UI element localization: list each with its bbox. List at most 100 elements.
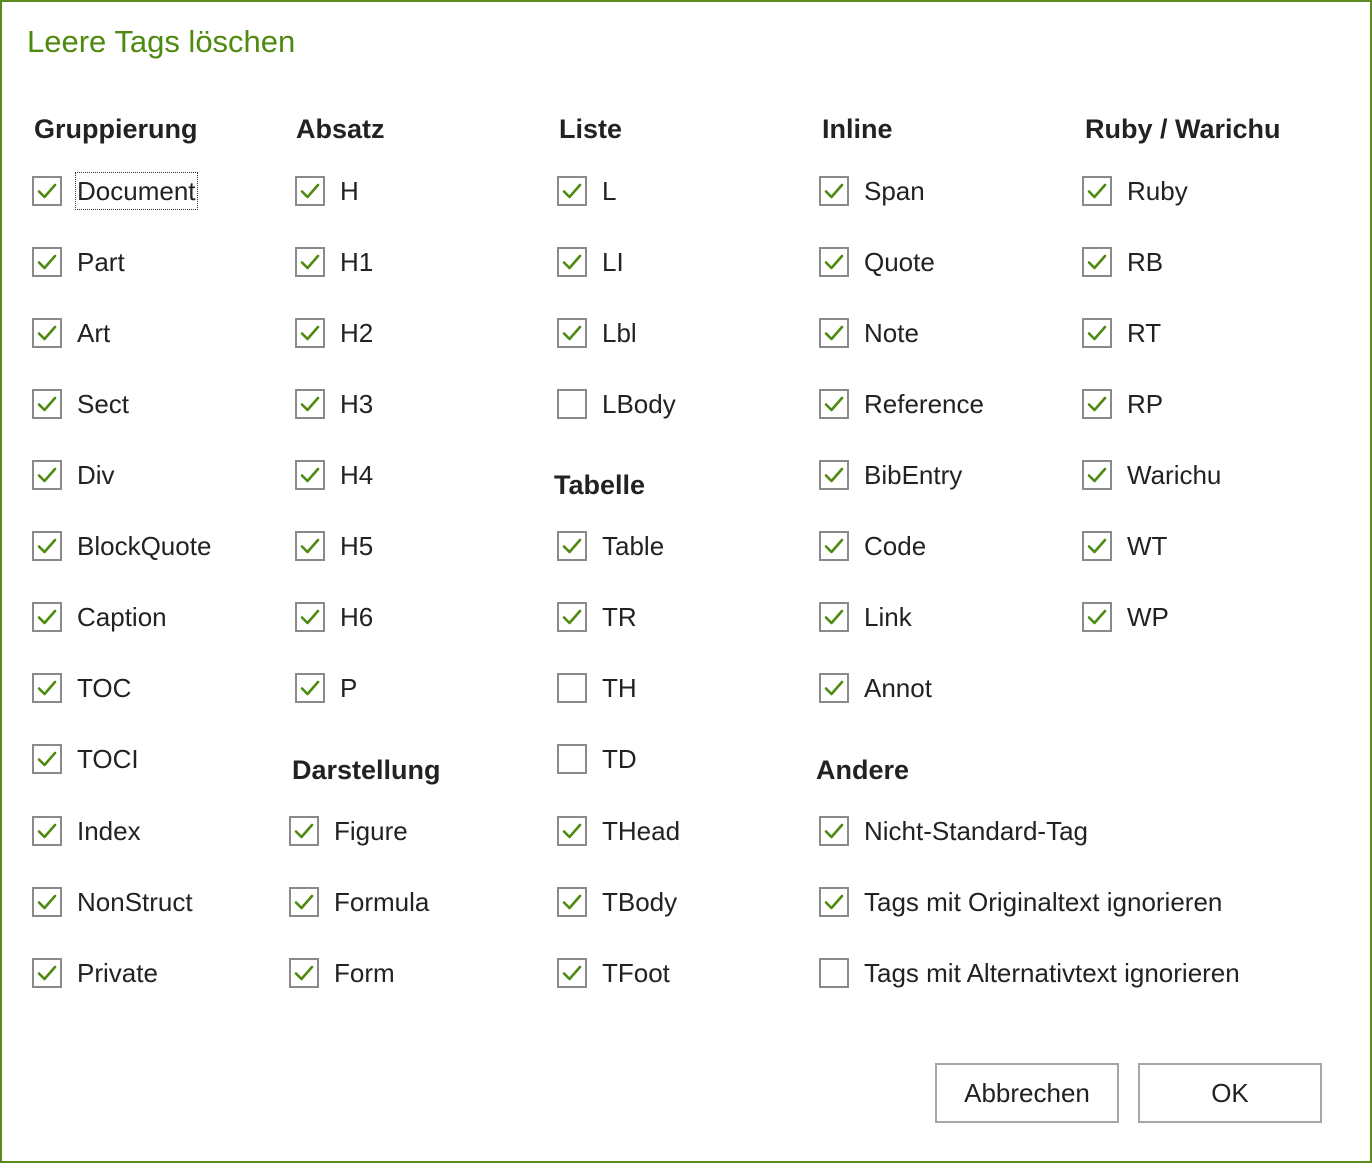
checkbox-h5[interactable]: H5 (295, 526, 374, 566)
checkbox-box[interactable] (1082, 602, 1112, 632)
checkbox-wt[interactable]: WT (1082, 526, 1168, 566)
checkbox-warichu[interactable]: Warichu (1082, 455, 1222, 495)
checkbox-note[interactable]: Note (819, 313, 920, 353)
checkbox-box[interactable] (32, 602, 62, 632)
checkbox-formula[interactable]: Formula (289, 882, 430, 922)
checkbox-div[interactable]: Div (32, 455, 116, 495)
checkbox-box[interactable] (819, 673, 849, 703)
checkbox-rb[interactable]: RB (1082, 242, 1164, 282)
checkbox-box[interactable] (557, 389, 587, 419)
checkbox-box[interactable] (557, 531, 587, 561)
checkbox-private[interactable]: Private (32, 953, 159, 993)
checkbox-box[interactable] (819, 816, 849, 846)
checkbox-rt[interactable]: RT (1082, 313, 1162, 353)
checkbox-td[interactable]: TD (557, 739, 638, 779)
checkbox-form[interactable]: Form (289, 953, 396, 993)
checkbox-box[interactable] (1082, 460, 1112, 490)
checkbox-h[interactable]: H (295, 171, 360, 211)
checkbox-span[interactable]: Span (819, 171, 926, 211)
checkbox-h2[interactable]: H2 (295, 313, 374, 353)
checkbox-nonstruct[interactable]: NonStruct (32, 882, 194, 922)
checkbox-box[interactable] (32, 389, 62, 419)
checkbox-box[interactable] (295, 389, 325, 419)
checkbox-box[interactable] (557, 602, 587, 632)
checkbox-box[interactable] (819, 176, 849, 206)
checkbox-box[interactable] (819, 247, 849, 277)
checkbox-th[interactable]: TH (557, 668, 638, 708)
checkbox-box[interactable] (819, 887, 849, 917)
checkbox-box[interactable] (32, 816, 62, 846)
checkbox-box[interactable] (295, 176, 325, 206)
checkbox-h3[interactable]: H3 (295, 384, 374, 424)
checkbox-li[interactable]: LI (557, 242, 625, 282)
checkbox-box[interactable] (295, 247, 325, 277)
checkbox-lbl[interactable]: Lbl (557, 313, 638, 353)
checkbox-box[interactable] (32, 887, 62, 917)
checkbox-box[interactable] (557, 673, 587, 703)
checkbox-box[interactable] (295, 318, 325, 348)
checkbox-tfoot[interactable]: TFoot (557, 953, 671, 993)
checkbox-h6[interactable]: H6 (295, 597, 374, 637)
checkbox-caption[interactable]: Caption (32, 597, 168, 637)
checkbox-toc[interactable]: TOC (32, 668, 132, 708)
checkbox-annot[interactable]: Annot (819, 668, 933, 708)
checkbox-box[interactable] (1082, 176, 1112, 206)
checkbox-box[interactable] (557, 744, 587, 774)
checkbox-reference[interactable]: Reference (819, 384, 985, 424)
checkbox-table[interactable]: Table (557, 526, 665, 566)
checkbox-box[interactable] (32, 673, 62, 703)
checkbox-h4[interactable]: H4 (295, 455, 374, 495)
checkbox-part[interactable]: Part (32, 242, 126, 282)
checkbox-blockquote[interactable]: BlockQuote (32, 526, 212, 566)
checkbox-figure[interactable]: Figure (289, 811, 409, 851)
checkbox-box[interactable] (295, 531, 325, 561)
checkbox-document[interactable]: Document (32, 171, 198, 211)
checkbox-tags-mit-originaltext-ignorieren[interactable]: Tags mit Originaltext ignorieren (819, 882, 1223, 922)
checkbox-box[interactable] (32, 318, 62, 348)
ok-button[interactable]: OK (1138, 1063, 1322, 1123)
checkbox-box[interactable] (557, 247, 587, 277)
checkbox-rp[interactable]: RP (1082, 384, 1164, 424)
checkbox-nicht-standard-tag[interactable]: Nicht-Standard-Tag (819, 811, 1089, 851)
checkbox-ruby[interactable]: Ruby (1082, 171, 1189, 211)
checkbox-tags-mit-alternativtext-ignorieren[interactable]: Tags mit Alternativtext ignorieren (819, 953, 1241, 993)
checkbox-box[interactable] (819, 318, 849, 348)
checkbox-art[interactable]: Art (32, 313, 111, 353)
checkbox-box[interactable] (819, 460, 849, 490)
checkbox-wp[interactable]: WP (1082, 597, 1170, 637)
checkbox-box[interactable] (1082, 389, 1112, 419)
checkbox-box[interactable] (819, 602, 849, 632)
checkbox-box[interactable] (32, 531, 62, 561)
checkbox-link[interactable]: Link (819, 597, 913, 637)
checkbox-box[interactable] (295, 673, 325, 703)
checkbox-code[interactable]: Code (819, 526, 927, 566)
checkbox-box[interactable] (32, 460, 62, 490)
checkbox-box[interactable] (289, 958, 319, 988)
checkbox-tr[interactable]: TR (557, 597, 638, 637)
checkbox-box[interactable] (1082, 531, 1112, 561)
checkbox-box[interactable] (557, 887, 587, 917)
checkbox-box[interactable] (289, 887, 319, 917)
checkbox-lbody[interactable]: LBody (557, 384, 677, 424)
checkbox-box[interactable] (557, 176, 587, 206)
checkbox-box[interactable] (1082, 247, 1112, 277)
checkbox-p[interactable]: P (295, 668, 358, 708)
checkbox-toci[interactable]: TOCI (32, 739, 140, 779)
checkbox-bibentry[interactable]: BibEntry (819, 455, 963, 495)
checkbox-quote[interactable]: Quote (819, 242, 936, 282)
checkbox-box[interactable] (295, 602, 325, 632)
checkbox-box[interactable] (32, 176, 62, 206)
checkbox-box[interactable] (557, 816, 587, 846)
checkbox-box[interactable] (557, 958, 587, 988)
checkbox-sect[interactable]: Sect (32, 384, 130, 424)
checkbox-l[interactable]: L (557, 171, 617, 211)
checkbox-box[interactable] (557, 318, 587, 348)
checkbox-box[interactable] (32, 247, 62, 277)
checkbox-box[interactable] (289, 816, 319, 846)
cancel-button[interactable]: Abbrechen (935, 1063, 1119, 1123)
checkbox-box[interactable] (819, 958, 849, 988)
checkbox-box[interactable] (819, 531, 849, 561)
checkbox-index[interactable]: Index (32, 811, 142, 851)
checkbox-box[interactable] (32, 958, 62, 988)
checkbox-h1[interactable]: H1 (295, 242, 374, 282)
